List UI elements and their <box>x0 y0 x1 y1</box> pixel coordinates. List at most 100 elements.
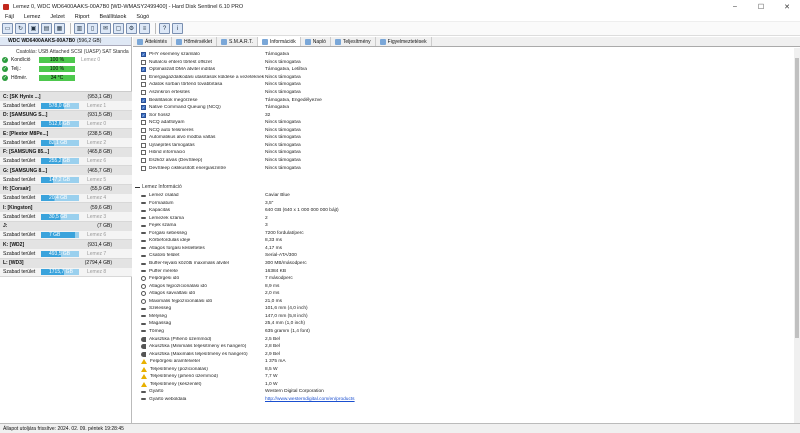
chart-icon[interactable]: ▤ <box>41 23 52 34</box>
volume-header: I: [Kingston] (59,6 GB) <box>0 203 132 212</box>
info-value: 7,7 W <box>265 374 278 380</box>
tab-1[interactable]: Hőmérséklet <box>172 37 218 46</box>
tab-3[interactable]: Információk <box>257 37 301 46</box>
monitor-icon[interactable]: ▢ <box>113 23 124 34</box>
section-header[interactable]: Lemez Információ <box>135 184 182 191</box>
volume-item[interactable]: H: [Corsair] (55,9 GB) Szabad terület 20,4 … <box>0 184 132 203</box>
scrollbar[interactable] <box>794 48 800 423</box>
report-icon[interactable]: ▥ <box>74 23 85 34</box>
property-icon <box>141 254 146 257</box>
feature-checkbox[interactable] <box>141 135 146 141</box>
volume-item[interactable]: E: [Plextor M8Pe...] (238,5 GB) Szabad ter… <box>0 129 132 148</box>
info-value: 7200 fordulat/perc <box>265 230 304 236</box>
mail-icon[interactable]: ✉ <box>100 23 111 34</box>
tab-2[interactable]: S.M.A.R.T. <box>217 37 258 46</box>
stat-bar: 100 % <box>39 65 75 72</box>
volume-free-label: Szabad terület <box>3 158 36 164</box>
volume-item[interactable]: J: (7 GB) Szabad terület 7 GB Lemez 6 <box>0 221 132 240</box>
tab-0[interactable]: Áttekintés <box>133 37 172 46</box>
minimize-button[interactable]: – <box>722 0 748 13</box>
stat-row: ✓ Hőmér. 34 °C <box>0 73 131 82</box>
feature-label: Beállítások megőrzése <box>149 97 198 103</box>
volume-free-label: Szabad terület <box>3 121 36 127</box>
feature-checkbox[interactable] <box>141 59 146 65</box>
menu-item-1[interactable]: Lemez <box>19 14 46 20</box>
feature-checkbox[interactable] <box>141 165 146 171</box>
grid-icon[interactable]: ▦ <box>54 23 65 34</box>
info-row: Fejek száma 3 <box>141 222 269 230</box>
feature-label: NullaIcsi ehterő törlést offszet <box>149 59 212 65</box>
tab-4[interactable]: Napló <box>301 37 331 46</box>
volume-row: Szabad terület 255,2 GB Lemez 6 <box>0 157 132 166</box>
feature-row: Energiagazdálkodási utasítások küldése a… <box>141 74 301 82</box>
feature-checkbox[interactable] <box>141 74 146 80</box>
toolbar-separator <box>155 23 156 34</box>
menu-item-3[interactable]: Riport <box>70 14 95 20</box>
feature-checkbox[interactable]: ✓ <box>141 97 146 103</box>
section-title: Lemez Információ <box>142 184 182 191</box>
feature-checkbox[interactable] <box>141 157 146 163</box>
info-label: Körbefordulás ideje <box>149 238 191 244</box>
volume-list: C: [SK Hynix ...] (953,1 GB) Szabad terüle… <box>0 91 132 277</box>
info-label: Átlagos forgási késleltetés <box>149 245 205 251</box>
volume-item[interactable]: L: [WD3] (2794,4 GB) Szabad terület 1715,7 … <box>0 258 132 277</box>
tab-6[interactable]: Figyelmeztetések <box>376 37 432 46</box>
menu-item-2[interactable]: Jelzet <box>45 14 69 20</box>
menu-bar: Fájl Lemez Jelzet Riport Beállítások Súgó <box>0 13 800 22</box>
feature-checkbox[interactable] <box>141 127 146 133</box>
volume-item[interactable]: C: [SK Hynix ...] (953,1 GB) Szabad terüle… <box>0 92 132 111</box>
settings-icon[interactable]: ⚙ <box>126 23 137 34</box>
disk-icon[interactable]: ▭ <box>2 23 13 34</box>
info-row: Felpörgési idő 7 másodperc <box>141 275 293 283</box>
info-icon[interactable]: i <box>172 23 183 34</box>
menu-item-4[interactable]: Beállítások <box>94 14 131 20</box>
maximize-button[interactable]: ☐ <box>748 0 774 13</box>
close-button[interactable]: ✕ <box>774 0 800 13</box>
volume-item[interactable]: D: [SAMSUNG S...] (931,5 GB) Szabad terüle… <box>0 110 132 129</box>
refresh-icon[interactable]: ↻ <box>15 23 26 34</box>
warning-icon <box>141 381 147 387</box>
feature-checkbox[interactable]: ✓ <box>141 67 146 73</box>
save-icon[interactable]: ▣ <box>28 23 39 34</box>
disk-header[interactable]: WDC WD6400AAKS-00A7B0 (596,2 GB) <box>0 37 131 46</box>
info-value: 147,0 mm (5,8 inch) <box>265 313 308 319</box>
volume-row: Szabad terület 20,4 GB Lemez 4 <box>0 194 132 203</box>
info-label: Gyártó <box>149 389 164 395</box>
feature-checkbox[interactable]: ✓ <box>141 112 146 118</box>
feature-checkbox[interactable] <box>141 150 146 156</box>
feature-value: Nincs támogatva <box>265 74 301 80</box>
menu-item-5[interactable]: Súgó <box>131 14 154 20</box>
feature-checkbox[interactable] <box>141 120 146 126</box>
feature-checkbox[interactable] <box>141 142 146 148</box>
volume-size: (465,8 GB) <box>87 149 112 155</box>
manufacturer-link[interactable]: http://www.westerndigital.com/en/product… <box>265 397 355 402</box>
volume-item[interactable]: G: [SAMSUNG 8...] (465,7 GB) Szabad terüle… <box>0 166 132 185</box>
info-row: Teljesítmény (pozícionálás) 8,5 W <box>141 365 278 373</box>
help-icon[interactable]: ? <box>159 23 170 34</box>
feature-checkbox[interactable]: ✓ <box>141 52 146 58</box>
volume-free-label: Szabad terület <box>3 195 36 201</box>
feature-row: Automatikus alvó módba váltás Nincs támog… <box>141 134 301 142</box>
app-icon <box>3 3 9 10</box>
book-icon[interactable]: ▯ <box>87 23 98 34</box>
info-row: Buffer-fejváló közötti maximális átvitel… <box>141 260 307 268</box>
property-icon <box>141 322 146 325</box>
feature-checkbox[interactable]: ✓ <box>141 105 146 111</box>
menu-item-0[interactable]: Fájl <box>0 14 19 20</box>
scrollbar-thumb[interactable] <box>795 58 799 338</box>
volume-item[interactable]: K: [WD2] (931,4 GB) Szabad terület 493,5 GB… <box>0 240 132 259</box>
tab-label: Hőmérséklet <box>183 38 213 45</box>
feature-checkbox[interactable] <box>141 82 146 88</box>
feature-label: DevSleep ciklikusított energiaszintre <box>149 165 227 171</box>
check-icon: ✓ <box>2 65 8 72</box>
list-icon[interactable]: ≡ <box>139 23 150 34</box>
tab-icon <box>379 38 386 45</box>
feature-value: Nincs támogatva <box>265 90 301 95</box>
tab-5[interactable]: Teljesítmény <box>331 37 376 46</box>
volume-item[interactable]: I: [Kingston] (59,6 GB) Szabad terület 30,5… <box>0 203 132 222</box>
volume-item[interactable]: F: [SAMSUNG 85...] (465,8 GB) Szabad terül… <box>0 147 132 166</box>
feature-row: ✓ Beállítások megőrzése Támogatva, Engedél… <box>141 96 322 104</box>
info-value: Serial-ATA/300 <box>265 253 297 259</box>
feature-checkbox[interactable] <box>141 90 146 95</box>
info-row: Akusztika (Minimális teljesítmény és han… <box>141 343 280 351</box>
